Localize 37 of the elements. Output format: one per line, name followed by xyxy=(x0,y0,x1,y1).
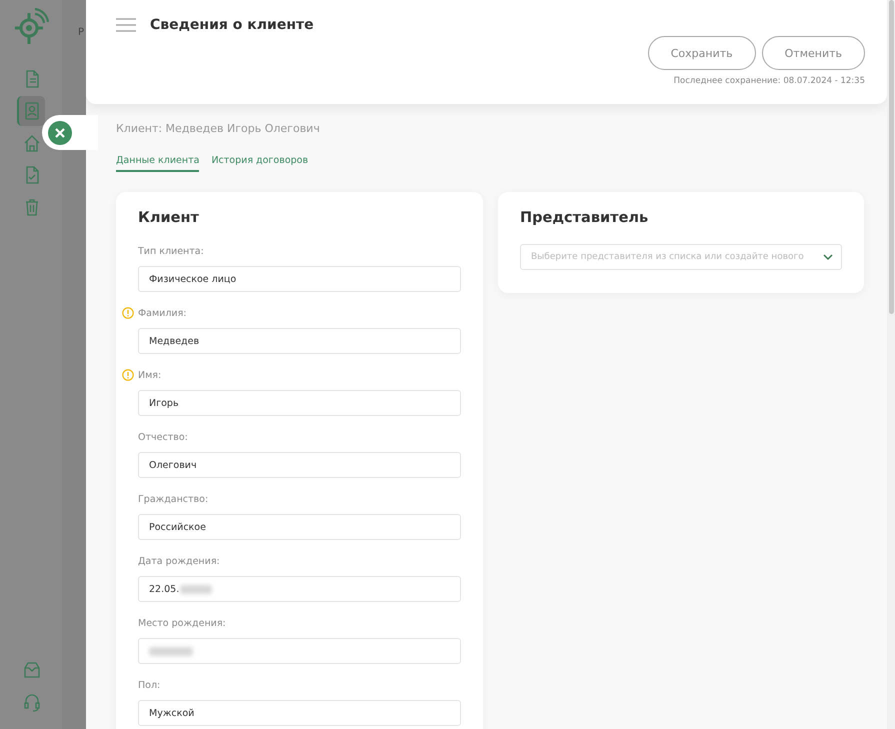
field-label: Гражданство: xyxy=(138,494,208,504)
menu-icon[interactable] xyxy=(116,18,136,32)
input-field[interactable]: Олегович xyxy=(138,452,461,478)
close-button[interactable] xyxy=(42,115,98,150)
field-label: Имя: xyxy=(138,370,162,380)
card-title: Клиент xyxy=(138,210,200,226)
blurred-text xyxy=(180,584,212,594)
logo-icon xyxy=(13,8,49,46)
headset-icon xyxy=(22,692,42,712)
chevron-down-icon xyxy=(823,254,833,260)
field-label: Пол: xyxy=(138,680,160,690)
drawer-title: Сведения о клиенте xyxy=(150,17,314,33)
input-field[interactable] xyxy=(138,638,461,664)
field-label: Место рождения: xyxy=(138,618,226,628)
close-icon xyxy=(48,120,72,144)
client-name-text: Клиент: Медведев Игорь Олегович xyxy=(116,122,321,135)
tab[interactable]: Данные клиента xyxy=(116,155,200,172)
save-button[interactable]: Сохранить xyxy=(648,36,756,70)
breadcrumb-text: Р xyxy=(78,27,84,38)
input-field[interactable]: 22.05. xyxy=(138,576,461,602)
field-label: Тип клиента: xyxy=(138,246,204,256)
field-label: Отчество: xyxy=(138,432,188,442)
scrollbar-thumb[interactable] xyxy=(889,0,894,314)
field-label: Фамилия: xyxy=(138,308,187,318)
input-field[interactable]: Медведев xyxy=(138,328,461,354)
tab[interactable]: История договоров xyxy=(211,155,308,172)
card-title: Представитель xyxy=(520,210,650,226)
input-field[interactable]: Мужской xyxy=(138,700,461,726)
inbox-icon xyxy=(22,660,42,680)
field-label: Дата рождения: xyxy=(138,556,220,566)
home-icon xyxy=(22,133,42,153)
input-field[interactable]: Физическое лицо xyxy=(138,266,461,292)
input-field[interactable]: Российское xyxy=(138,514,461,540)
last-saved-text: Последнее сохранение: 08.07.2024 - 12:35 xyxy=(674,76,865,86)
blurred-text xyxy=(149,646,193,656)
cancel-button[interactable]: Отменить xyxy=(762,36,865,70)
input-field[interactable]: Игорь xyxy=(138,390,461,416)
